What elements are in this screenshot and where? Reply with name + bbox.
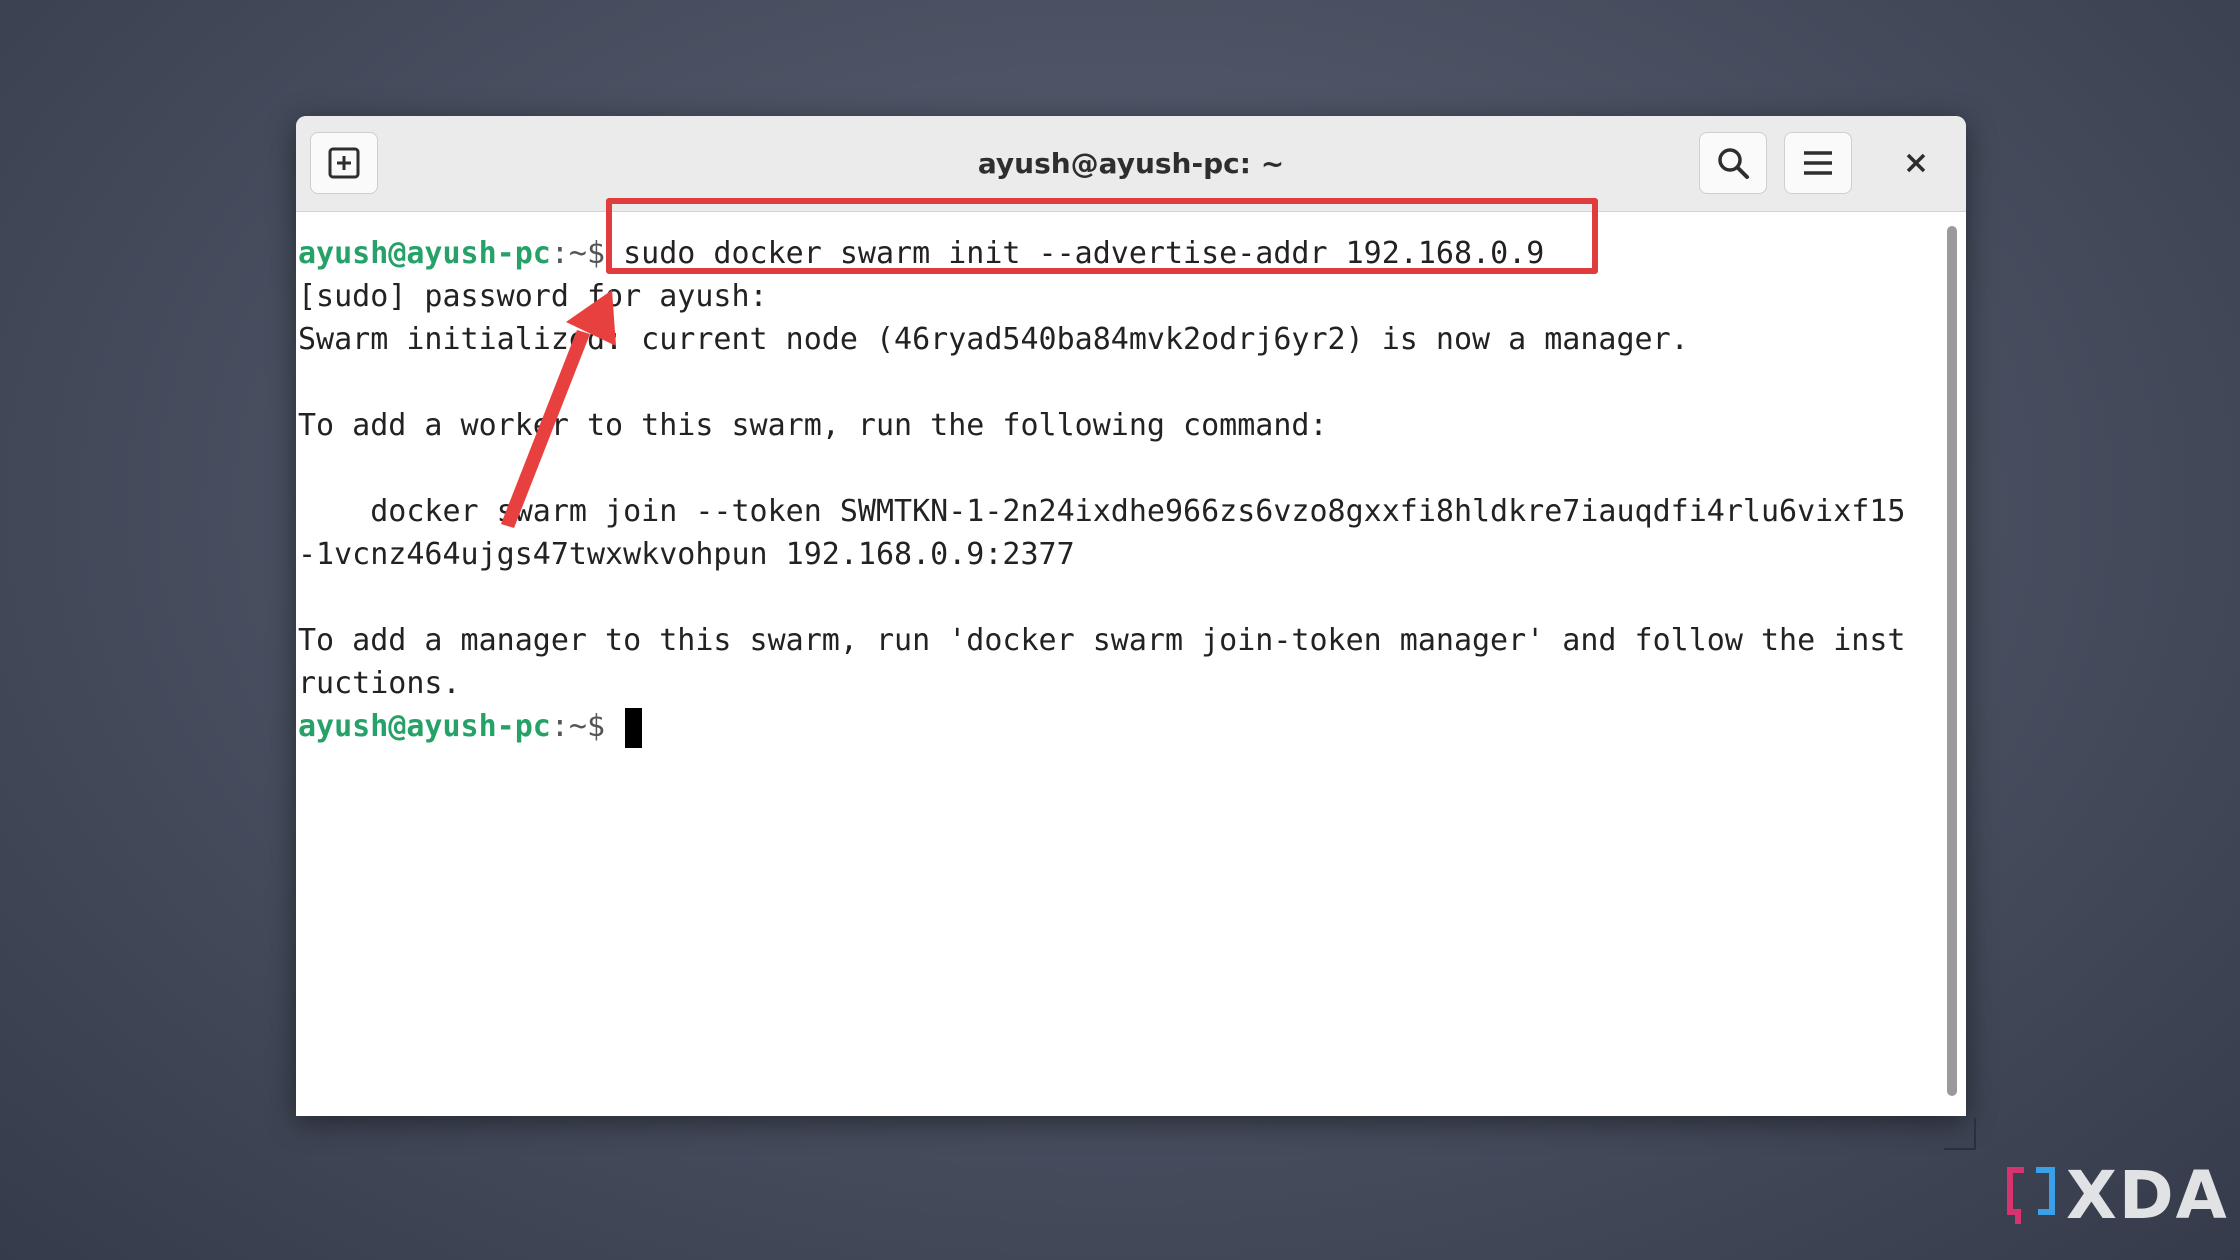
xda-logo: XDA xyxy=(2004,1157,2229,1234)
menu-button[interactable] xyxy=(1784,132,1852,194)
output-line: docker swarm join --token SWMTKN-1-2n24i… xyxy=(298,494,1906,529)
output-line: -1vcnz464ujgs47twxwkvohpun 192.168.0.9:2… xyxy=(298,537,1075,572)
prompt-user: ayush@ayush-pc xyxy=(298,709,551,744)
terminal-output[interactable]: ayush@ayush-pc:~$ sudo docker swarm init… xyxy=(296,212,1936,1116)
output-line: [sudo] password for ayush: xyxy=(298,279,768,314)
xda-logo-text: XDA xyxy=(2066,1156,2229,1234)
output-line: ructions. xyxy=(298,666,461,701)
xda-logo-icon xyxy=(2007,1167,2055,1224)
close-icon xyxy=(1906,153,1926,173)
hamburger-menu-icon xyxy=(1804,151,1832,175)
scrollbar-thumb[interactable] xyxy=(1947,226,1957,1096)
prompt-user: ayush@ayush-pc xyxy=(298,236,551,271)
output-line: To add a worker to this swarm, run the f… xyxy=(298,408,1328,443)
text-cursor xyxy=(625,707,643,748)
prompt-path: :~$ xyxy=(550,236,606,271)
final-prompt-line: ayush@ayush-pc:~$ xyxy=(298,705,1934,748)
search-button[interactable] xyxy=(1699,132,1767,194)
search-icon xyxy=(1718,148,1749,179)
close-button[interactable] xyxy=(1886,132,1946,194)
output-line: Swarm initialized: current node (46ryad5… xyxy=(298,322,1689,357)
output-line: To add a manager to this swarm, run 'doc… xyxy=(298,623,1906,658)
corner-mark xyxy=(1944,1118,1976,1150)
command-highlight-box xyxy=(606,198,1598,274)
scrollbar[interactable] xyxy=(1943,216,1961,1106)
prompt-path: :~$ xyxy=(550,709,606,744)
